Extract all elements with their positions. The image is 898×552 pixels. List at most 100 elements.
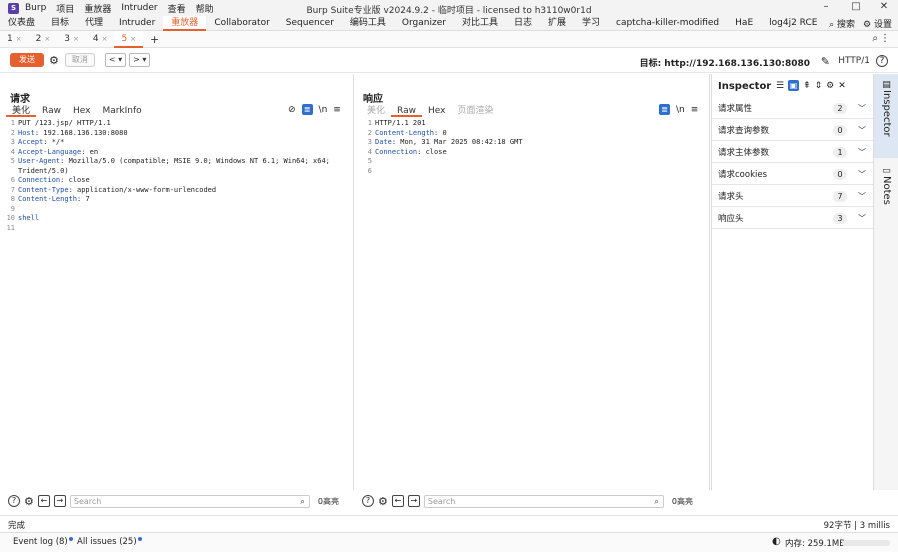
request-tab-hex[interactable]: Hex xyxy=(67,105,96,117)
request-tab-pretty[interactable]: 美化 xyxy=(6,105,37,117)
arrow-left-icon[interactable]: ← xyxy=(37,495,50,507)
gear-icon[interactable]: ⚙ xyxy=(24,495,34,508)
code-line: 1 HTTP/1.1 201 xyxy=(357,119,709,129)
hamburger-menu-icon[interactable]: ≡ xyxy=(691,105,699,115)
edit-target-pencil-icon[interactable]: ✎ xyxy=(821,55,830,68)
repeater-tab-3[interactable]: 3 × xyxy=(57,31,86,48)
repeater-tab-2[interactable]: 2 × xyxy=(29,31,58,48)
menu-burp[interactable]: Burp xyxy=(25,3,46,13)
tab-collaborator[interactable]: Collaborator xyxy=(206,16,277,31)
arrow-right-icon[interactable]: → xyxy=(407,495,420,507)
tab-repeater[interactable]: 重放器 xyxy=(163,15,207,31)
align-top-icon[interactable]: ⇞ xyxy=(803,81,811,91)
help-icon[interactable]: ? xyxy=(8,495,20,507)
tab-organizer[interactable]: Organizer xyxy=(394,16,454,31)
repeater-tab-1[interactable]: 1 × xyxy=(0,31,29,48)
inspector-row-body-params[interactable]: 请求主体参数 1 ﹀ xyxy=(712,142,873,163)
more-options-icon[interactable]: ⋮ xyxy=(880,33,890,44)
tab-captcha-killer[interactable]: captcha-killer-modified xyxy=(608,16,727,31)
close-window-button[interactable]: ✕ xyxy=(870,1,898,12)
response-tab-pretty[interactable]: 美化 xyxy=(361,105,391,117)
close-tab-icon[interactable]: × xyxy=(130,35,136,43)
gear-icon[interactable]: ⚙ xyxy=(378,495,388,508)
tab-decoder[interactable]: 编码工具 xyxy=(342,16,394,31)
global-search-button[interactable]: ⌕ 搜索 xyxy=(829,17,855,30)
global-settings-button[interactable]: ⚙ 设置 xyxy=(863,17,892,30)
line-number: 6 xyxy=(367,166,372,175)
wrap-lines-icon[interactable]: ≣ xyxy=(301,104,313,115)
sidebar-inspector-tab[interactable]: ▤ Inspector xyxy=(874,74,898,158)
panel-view-icon[interactable]: ▣ xyxy=(788,80,800,91)
close-tab-icon[interactable]: × xyxy=(44,35,50,43)
list-view-icon[interactable]: ☰ xyxy=(776,81,784,91)
hide-eye-icon[interactable]: ⊘ xyxy=(288,105,296,115)
inspector-row-query-params[interactable]: 请求查询参数 0 ﹀ xyxy=(712,120,873,141)
maximize-button[interactable]: □ xyxy=(842,1,870,12)
close-tab-icon[interactable]: × xyxy=(73,35,79,43)
line-text: PUT /123.jsp/ HTTP/1.1 xyxy=(18,119,111,127)
event-log-tab[interactable]: Event log (8) xyxy=(13,537,73,547)
arrow-right-icon[interactable]: → xyxy=(53,495,66,507)
tab-learn[interactable]: 学习 xyxy=(574,16,608,31)
response-tab-hex[interactable]: Hex xyxy=(422,105,451,117)
minimize-button[interactable]: – xyxy=(812,1,840,12)
menu-repeater[interactable]: 重放器 xyxy=(84,2,111,15)
tab-log4j2-rce[interactable]: log4j2 RCE xyxy=(761,16,825,31)
tab-hae[interactable]: HaE xyxy=(727,16,761,31)
code-line: 2 Host: 192.168.136.130:8080 xyxy=(0,129,353,139)
close-tab-icon[interactable]: × xyxy=(16,35,22,43)
line-number: 11 xyxy=(6,223,15,232)
search-icon[interactable]: ⌕ xyxy=(872,33,878,44)
repeater-tab-5[interactable]: 5 × xyxy=(114,30,144,48)
show-newlines-icon[interactable]: \n xyxy=(319,105,328,115)
inspector-row-request-headers[interactable]: 请求头 7 ﹀ xyxy=(712,186,873,207)
close-icon[interactable]: ✕ xyxy=(838,81,846,91)
tab-dashboard[interactable]: 仪表盘 xyxy=(0,16,43,31)
tab-proxy[interactable]: 代理 xyxy=(77,16,111,31)
back-button[interactable]: < ▾ xyxy=(104,53,127,67)
response-tab-render[interactable]: 页面渲染 xyxy=(451,105,499,117)
line-text: Connection: close xyxy=(18,176,90,184)
tab-extensions[interactable]: 扩展 xyxy=(540,16,574,31)
arrow-left-icon[interactable]: ← xyxy=(391,495,404,507)
request-tab-markinfo[interactable]: MarkInfo xyxy=(96,105,147,117)
menu-project[interactable]: 项目 xyxy=(56,2,74,15)
inspector-row-request-attributes[interactable]: 请求属性 2 ﹀ xyxy=(712,98,873,119)
tab-target[interactable]: 目标 xyxy=(43,16,77,31)
cancel-button[interactable]: 取消 xyxy=(64,53,95,67)
send-button[interactable]: 发送 xyxy=(10,53,44,67)
inspector-row-cookies[interactable]: 请求cookies 0 ﹀ xyxy=(712,164,873,185)
response-search-input[interactable]: Search ⌕ xyxy=(423,494,664,508)
menu-view[interactable]: 查看 xyxy=(168,2,186,15)
sidebar-notes-tab[interactable]: ▭ Notes xyxy=(874,162,898,208)
help-icon[interactable]: ? xyxy=(362,495,374,507)
close-tab-icon[interactable]: × xyxy=(102,35,108,43)
repeater-tab-4[interactable]: 4 × xyxy=(86,31,115,48)
help-icon[interactable]: ? xyxy=(876,55,888,67)
tab-logger[interactable]: 日志 xyxy=(506,16,540,31)
all-issues-tab[interactable]: All issues (25) xyxy=(77,537,142,547)
chevron-down-icon: ▾ xyxy=(118,55,123,64)
menu-intruder[interactable]: Intruder xyxy=(121,3,157,13)
align-center-icon[interactable]: ⇕ xyxy=(815,81,823,91)
hamburger-menu-icon[interactable]: ≡ xyxy=(333,105,341,115)
unread-dot xyxy=(68,537,73,541)
tab-sequencer[interactable]: Sequencer xyxy=(278,16,342,31)
gear-icon[interactable]: ⚙ xyxy=(826,81,834,91)
tab-intruder[interactable]: Intruder xyxy=(111,16,163,31)
request-search-input[interactable]: Search ⌕ xyxy=(69,494,310,508)
request-editor[interactable]: 1 PUT /123.jsp/ HTTP/1.1 2 Host: 192.168.13… xyxy=(0,119,353,233)
request-tab-raw[interactable]: Raw xyxy=(36,105,67,117)
show-newlines-icon[interactable]: \n xyxy=(676,105,685,115)
tab-comparer[interactable]: 对比工具 xyxy=(454,16,506,31)
chevron-down-icon: ﹀ xyxy=(858,125,866,135)
response-tab-raw[interactable]: Raw xyxy=(391,105,422,117)
response-editor[interactable]: 1 HTTP/1.1 201 2 Content-Length: 0 3 Date: Mo… xyxy=(357,119,709,176)
settings-gear-icon[interactable]: ⚙ xyxy=(49,54,59,67)
http-version-toggle[interactable]: HTTP/1 xyxy=(838,56,870,66)
menu-help[interactable]: 帮助 xyxy=(196,2,214,15)
wrap-lines-icon[interactable]: ≣ xyxy=(659,104,670,115)
inspector-row-response-headers[interactable]: 响应头 3 ﹀ xyxy=(712,208,873,229)
forward-button[interactable]: > ▾ xyxy=(129,53,151,67)
add-tab-button[interactable]: + xyxy=(143,31,166,48)
